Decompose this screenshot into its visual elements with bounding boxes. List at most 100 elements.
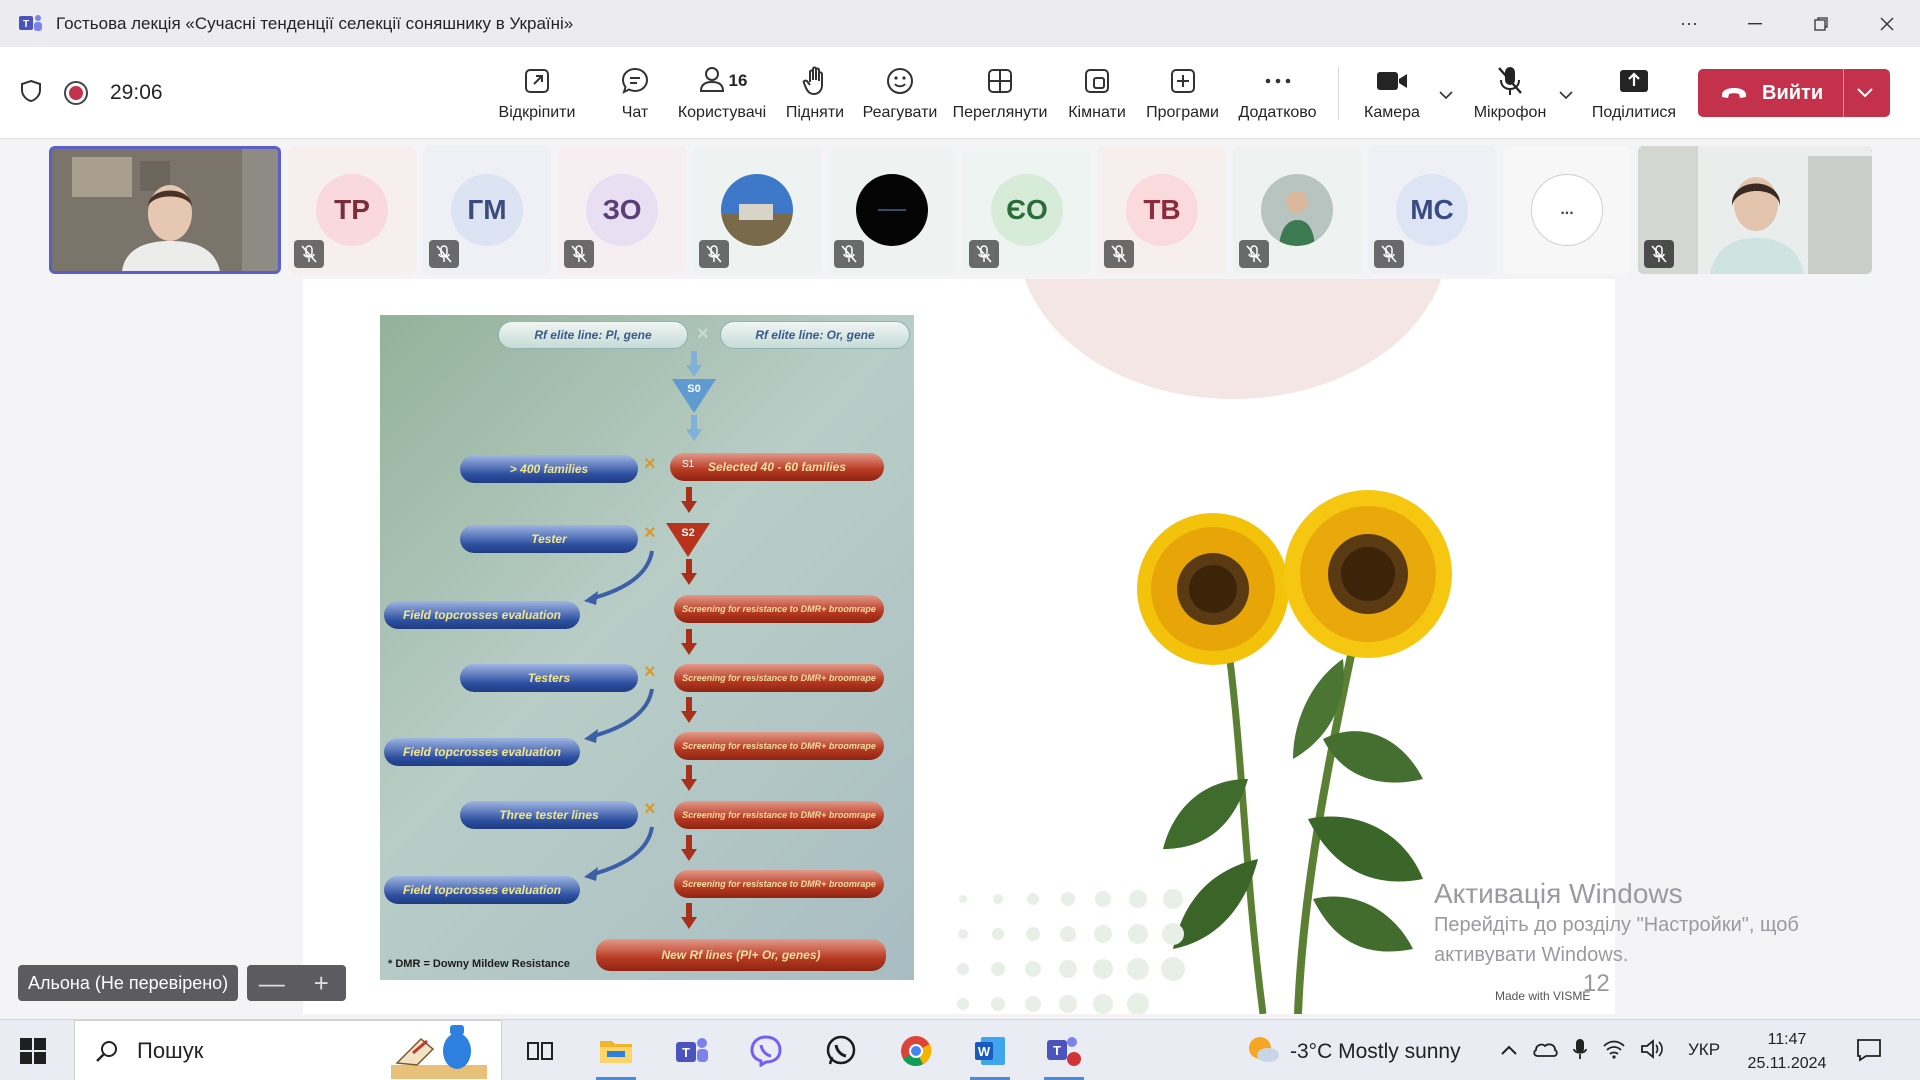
weather-sun-icon [1246,1034,1280,1070]
more-options-icon[interactable]: ··· [1656,0,1722,47]
flow-box: New Rf lines (Pl+ Or, genes) [596,939,886,971]
taskbar-clock[interactable]: 11:47 25.11.2024 [1742,1028,1832,1076]
title-bar: T Гостьова лекція «Сучасні тенденції сел… [0,0,1920,47]
hang-up-icon [1720,86,1748,100]
more-participants-tile[interactable]: ... [1503,146,1631,274]
taskbar-search[interactable]: Пошук [74,1020,502,1080]
viber-icon[interactable] [738,1028,794,1074]
notification-icon[interactable] [1856,1038,1882,1067]
wifi-icon[interactable] [1602,1039,1626,1064]
cross-icon: × [697,323,709,345]
close-button[interactable] [1854,0,1920,47]
participant-tile-zo[interactable]: ЗО [558,146,686,274]
breeding-scheme-image: Rf elite line: Pl, gene Rf elite line: O… [380,315,914,980]
rooms-button[interactable]: Кімнати [1057,47,1137,139]
participant-tile-gm[interactable]: ГМ [423,146,551,274]
mic-off-icon [1644,240,1674,268]
task-view-icon[interactable] [512,1028,568,1074]
clock-date: 25.11.2024 [1747,1055,1827,1072]
cross-icon: × [644,661,656,683]
popout-button[interactable]: Відкріпити [492,47,582,139]
participant-tile-ms[interactable]: МС [1368,146,1496,274]
mic-label: Мікрофон [1473,104,1547,121]
flow-box: Screening for resistance to DMR+ broomra… [674,595,884,623]
participant-photo [1261,174,1333,246]
leave-options-chevron-icon[interactable] [1856,83,1874,108]
participant-tile-tv[interactable]: ТВ [1098,146,1226,274]
participant-video-self[interactable] [49,146,281,274]
camera-options-chevron-icon[interactable] [1436,85,1456,105]
whatsapp-icon[interactable] [813,1028,869,1074]
arrow-down-icon [681,487,697,513]
mic-button[interactable]: Мікрофон [1468,47,1552,139]
teams-meeting-icon[interactable]: T [1036,1028,1092,1080]
microphone-icon[interactable] [1572,1038,1588,1065]
more-button[interactable]: Додатково [1230,47,1325,139]
weather-widget[interactable]: -3°C Mostly sunny [1246,1034,1461,1070]
watermark-line: Перейдіть до розділу "Настройки", щоб [1434,914,1799,936]
camera-button[interactable]: Камера [1350,47,1434,139]
shield-icon[interactable] [20,79,42,108]
camera-label: Камера [1364,104,1420,121]
people-label: Користувачі [677,104,767,121]
stage-label: S2 [681,527,695,539]
mic-off-icon [1496,64,1524,98]
people-button[interactable]: 16 Користувачі [672,47,772,139]
zoom-in-button[interactable]: + [297,965,347,1001]
minimize-button[interactable] [1722,0,1788,47]
watermark-line: активувати Windows. [1434,944,1629,966]
window-title: Гостьова лекція «Сучасні тенденції селек… [56,13,574,33]
arrow-down-icon [681,559,697,585]
raise-hand-button[interactable]: Підняти [775,47,855,139]
participant-tile-photo[interactable] [693,146,821,274]
windows-start-icon[interactable] [20,1038,46,1069]
search-icon [95,1039,119,1063]
chat-label: Чат [621,104,649,121]
participant-video-2[interactable] [1638,146,1872,274]
chat-button[interactable]: Чат [600,47,670,139]
volume-icon[interactable] [1640,1039,1664,1064]
share-button[interactable]: Поділитися [1588,47,1680,139]
teams-app-icon[interactable]: T [664,1028,720,1074]
mic-off-icon [834,240,864,268]
participant-tile-black[interactable] [828,146,956,274]
word-icon[interactable]: W [962,1028,1018,1080]
arrow-down-icon [681,765,697,791]
file-explorer-icon[interactable] [588,1028,644,1080]
react-button[interactable]: Реагувати [855,47,945,139]
participant-tile-photo2[interactable] [1233,146,1361,274]
apps-button[interactable]: Програми [1140,47,1225,139]
mic-off-icon [699,240,729,268]
onedrive-icon[interactable] [1532,1040,1558,1063]
mic-options-chevron-icon[interactable] [1556,85,1576,105]
participant-tile-tr[interactable]: ТР [288,146,416,274]
svg-text:T: T [682,1045,690,1060]
hand-icon [801,64,829,98]
teams-logo-icon: T [18,11,44,37]
flow-box: Screening for resistance to DMR+ broomra… [674,870,884,898]
windows-taskbar: Пошук T W T -3°C Mostly sunny УКР 11:47 … [0,1019,1920,1080]
flow-box: Screening for resistance to DMR+ broomra… [674,732,884,760]
chrome-icon[interactable] [888,1028,944,1074]
mic-off-icon [969,240,999,268]
input-language[interactable]: УКР [1688,1040,1720,1060]
leave-divider [1843,69,1844,117]
view-button[interactable]: Переглянути [950,47,1050,139]
curved-arrow-icon [584,550,654,605]
leave-button[interactable]: Вийти [1698,69,1890,117]
restore-button[interactable] [1788,0,1854,47]
mic-off-icon [1374,240,1404,268]
participant-avatar: ТВ [1126,174,1198,246]
participant-tile-eo[interactable]: ЄО [963,146,1091,274]
ellipsis-icon [1263,64,1293,98]
share-label: Поділитися [1591,104,1677,121]
flow-box: Rf elite line: Pl, gene [498,321,688,349]
chevron-up-icon[interactable] [1500,1043,1518,1061]
flow-box: Screening for resistance to DMR+ broomra… [674,801,884,829]
zoom-out-button[interactable]: — [247,965,297,1001]
mic-off-icon [1104,240,1134,268]
participant-avatar: ГМ [451,174,523,246]
mic-off-icon [564,240,594,268]
flow-footnote: * DMR = Downy Mildew Resistance [388,958,570,970]
stage-label: S0 [687,383,701,395]
